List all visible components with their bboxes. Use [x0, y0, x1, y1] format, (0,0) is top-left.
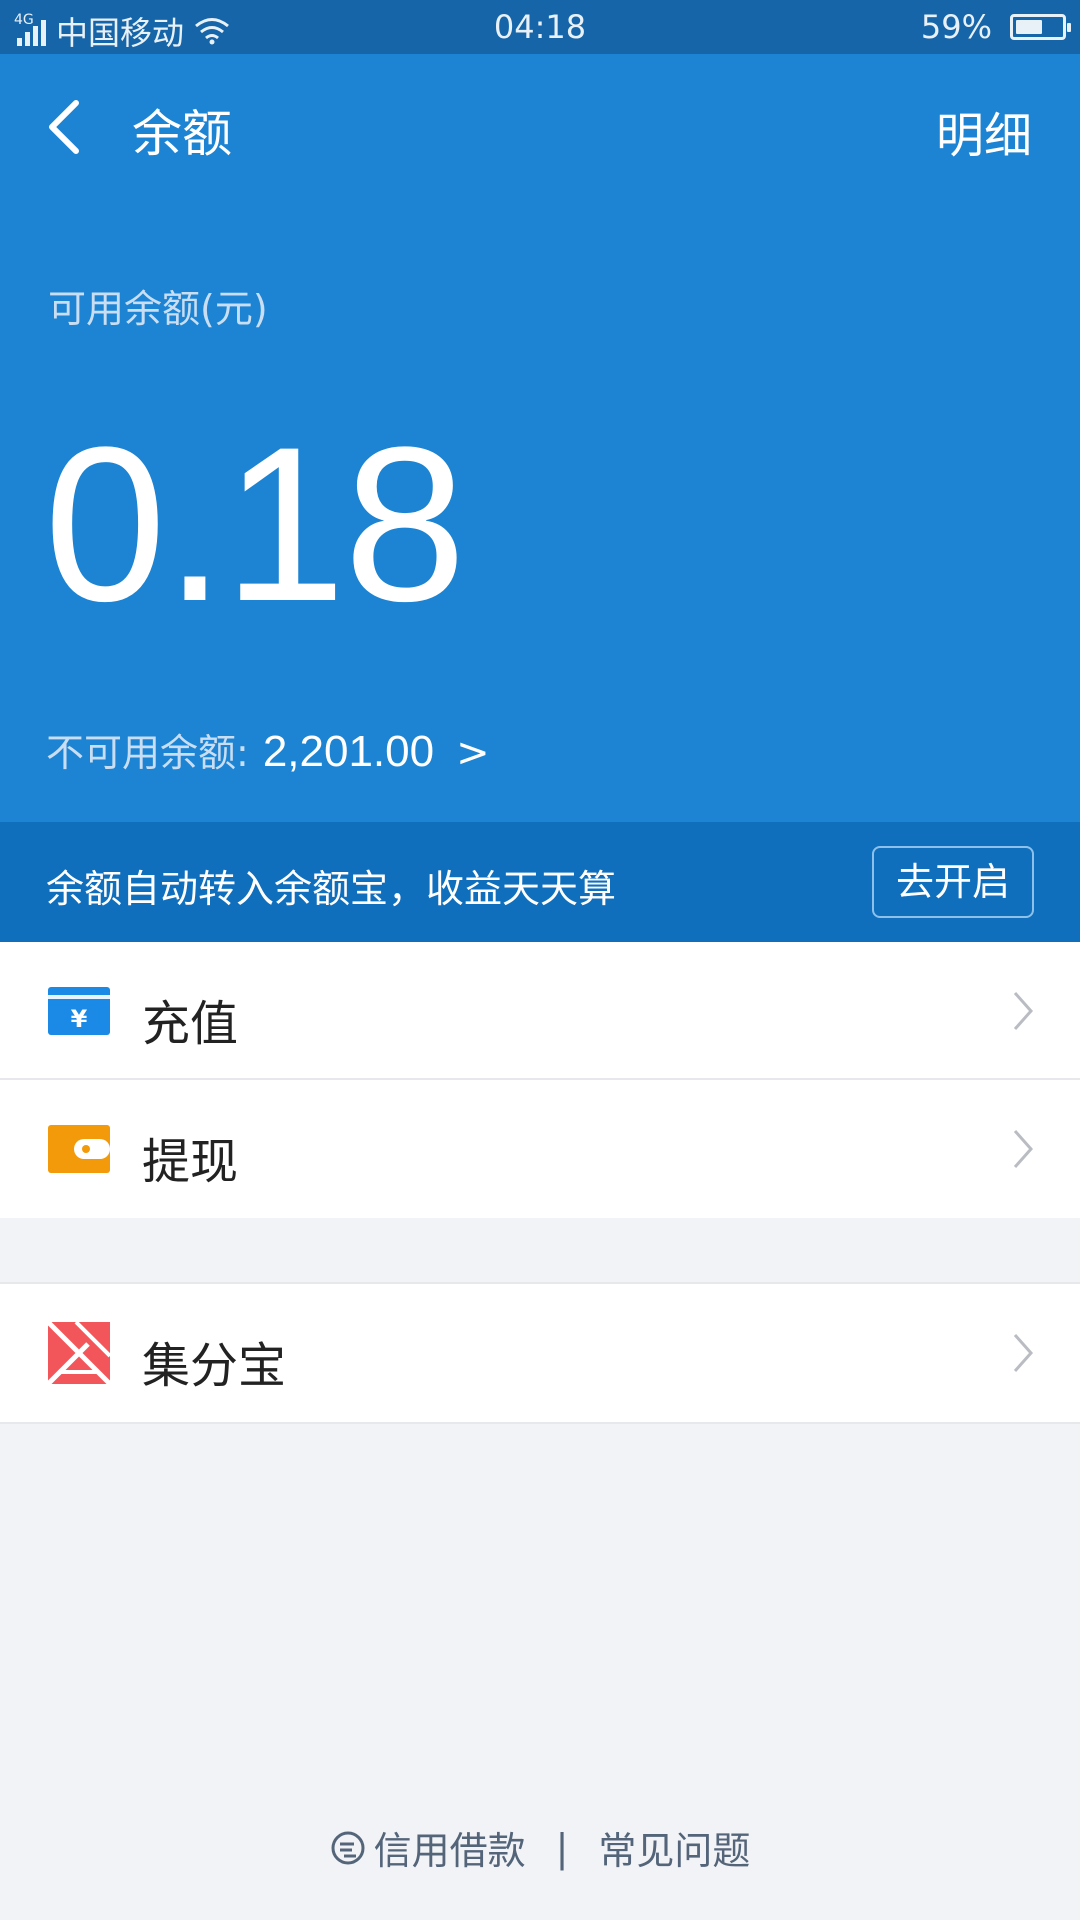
- points-list: 集分宝: [0, 1282, 1080, 1424]
- wallet-icon: [48, 1125, 110, 1173]
- battery-icon: [1010, 14, 1071, 40]
- available-balance-label: 可用余额(元): [48, 287, 268, 331]
- auto-transfer-banner: 余额自动转入余额宝，收益天天算 去开启: [0, 822, 1080, 942]
- list-item-recharge[interactable]: ¥ 充值: [0, 942, 1080, 1080]
- banner-text: 余额自动转入余额宝，收益天天算: [46, 867, 617, 911]
- available-balance-amount: 0.18: [44, 401, 466, 647]
- unavailable-balance-label: 不可用余额:: [46, 731, 249, 775]
- svg-text:¥: ¥: [71, 1005, 88, 1033]
- enable-button[interactable]: 去开启: [872, 846, 1034, 918]
- faq-link[interactable]: 常见问题: [598, 1820, 750, 1875]
- chevron-right-icon: >: [456, 730, 490, 776]
- status-right: 59%: [920, 8, 1071, 46]
- battery-percent: 59%: [920, 8, 992, 46]
- unavailable-balance-amount: 2,201.00: [262, 727, 435, 776]
- jifenbao-logo-icon: [48, 1322, 110, 1384]
- action-list: ¥ 充值 提现: [0, 942, 1080, 1218]
- balance-header: 余额 明细 可用余额(元) 0.18 不可用余额: 2,201.00 >: [0, 54, 1080, 822]
- jifenbao-label: 集分宝: [142, 1338, 287, 1394]
- status-time: 04:18: [493, 8, 587, 46]
- footer-separator: |: [555, 1825, 569, 1870]
- credit-loan-icon: [331, 1831, 365, 1864]
- chevron-right-icon: [1013, 1130, 1034, 1168]
- chevron-right-icon: [1013, 1334, 1034, 1372]
- list-item-withdraw[interactable]: 提现: [0, 1080, 1080, 1218]
- withdraw-label: 提现: [142, 1134, 239, 1190]
- chevron-right-icon: [1013, 992, 1034, 1030]
- unavailable-balance-link[interactable]: 不可用余额: 2,201.00 >: [46, 722, 490, 777]
- list-item-jifenbao[interactable]: 集分宝: [0, 1284, 1080, 1422]
- detail-link[interactable]: 明细: [936, 96, 1032, 166]
- recharge-card-icon: ¥: [48, 987, 110, 1035]
- back-arrow-icon[interactable]: [44, 97, 84, 157]
- page-title: 余额: [132, 105, 232, 163]
- footer-links: 信用借款 | 常见问题: [0, 1820, 1080, 1875]
- credit-loan-link[interactable]: 信用借款: [374, 1820, 526, 1875]
- recharge-label: 充值: [142, 996, 239, 1052]
- status-bar: 4G 中国移动 04:18 59%: [0, 0, 1080, 54]
